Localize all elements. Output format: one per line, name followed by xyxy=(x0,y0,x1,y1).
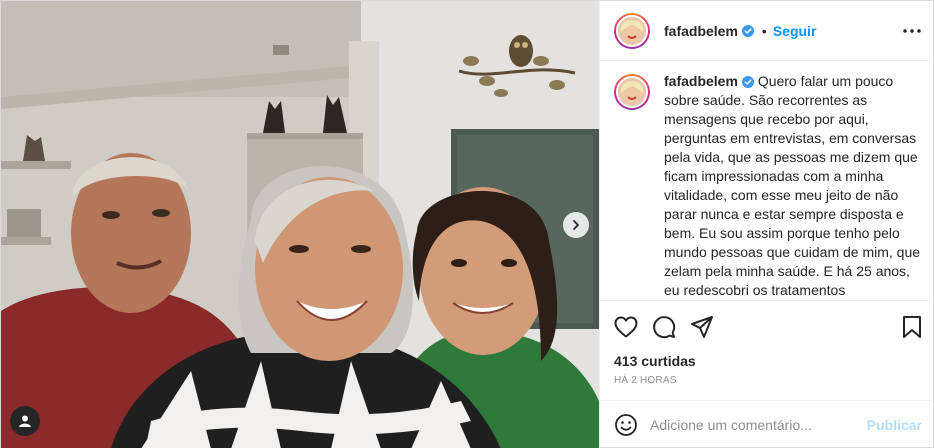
selfie-image xyxy=(1,1,599,448)
next-photo-button[interactable] xyxy=(563,212,589,238)
emoji-button[interactable] xyxy=(614,413,638,437)
comment-button[interactable] xyxy=(652,315,676,339)
comment-form: Publicar xyxy=(600,400,934,448)
caption: fafadbelem Quero falar um pouco sobre sa… xyxy=(664,72,922,300)
caption-body: Quero falar um pouco sobre saúde. São re… xyxy=(664,73,921,298)
tagged-users-button[interactable] xyxy=(10,406,40,436)
follow-button[interactable]: Seguir xyxy=(773,23,817,39)
profile-photo-icon xyxy=(618,78,646,106)
comment-input[interactable] xyxy=(650,417,867,433)
more-horizontal-icon xyxy=(903,28,921,33)
share-icon xyxy=(691,316,713,338)
post-header: fafadbelem • Seguir xyxy=(600,1,934,61)
publish-button[interactable]: Publicar xyxy=(867,417,922,433)
post-photo[interactable] xyxy=(1,1,599,448)
post-side-panel: fafadbelem • Seguir fafadbelem Quero fal… xyxy=(599,1,934,448)
likes-count[interactable]: 413 curtidas xyxy=(614,353,922,369)
heart-icon xyxy=(614,316,638,338)
like-button[interactable] xyxy=(614,316,638,338)
profile-photo-icon xyxy=(618,16,646,45)
actions-section: 413 curtidas HÁ 2 HORAS xyxy=(600,300,934,396)
share-button[interactable] xyxy=(690,315,714,339)
more-options-button[interactable] xyxy=(903,28,921,33)
post-timestamp[interactable]: HÁ 2 HORAS xyxy=(614,375,922,386)
verified-badge-icon xyxy=(741,24,754,37)
save-button[interactable] xyxy=(902,315,922,339)
bookmark-icon xyxy=(903,316,921,338)
caption-username[interactable]: fafadbelem xyxy=(664,73,738,89)
caption-avatar[interactable] xyxy=(614,74,650,110)
tag-user-icon xyxy=(19,415,31,427)
action-icons-row xyxy=(614,301,922,353)
verified-badge-icon xyxy=(741,76,754,88)
next-arrow-icon xyxy=(573,220,579,230)
emoji-icon xyxy=(615,414,637,436)
avatar[interactable] xyxy=(614,12,650,49)
username[interactable]: fafadbelem xyxy=(664,23,738,39)
comment-icon xyxy=(653,316,676,339)
separator-dot: • xyxy=(761,22,767,39)
caption-section: fafadbelem Quero falar um pouco sobre sa… xyxy=(600,62,934,300)
instagram-post: fafadbelem • Seguir fafadbelem Quero fal… xyxy=(0,0,934,448)
